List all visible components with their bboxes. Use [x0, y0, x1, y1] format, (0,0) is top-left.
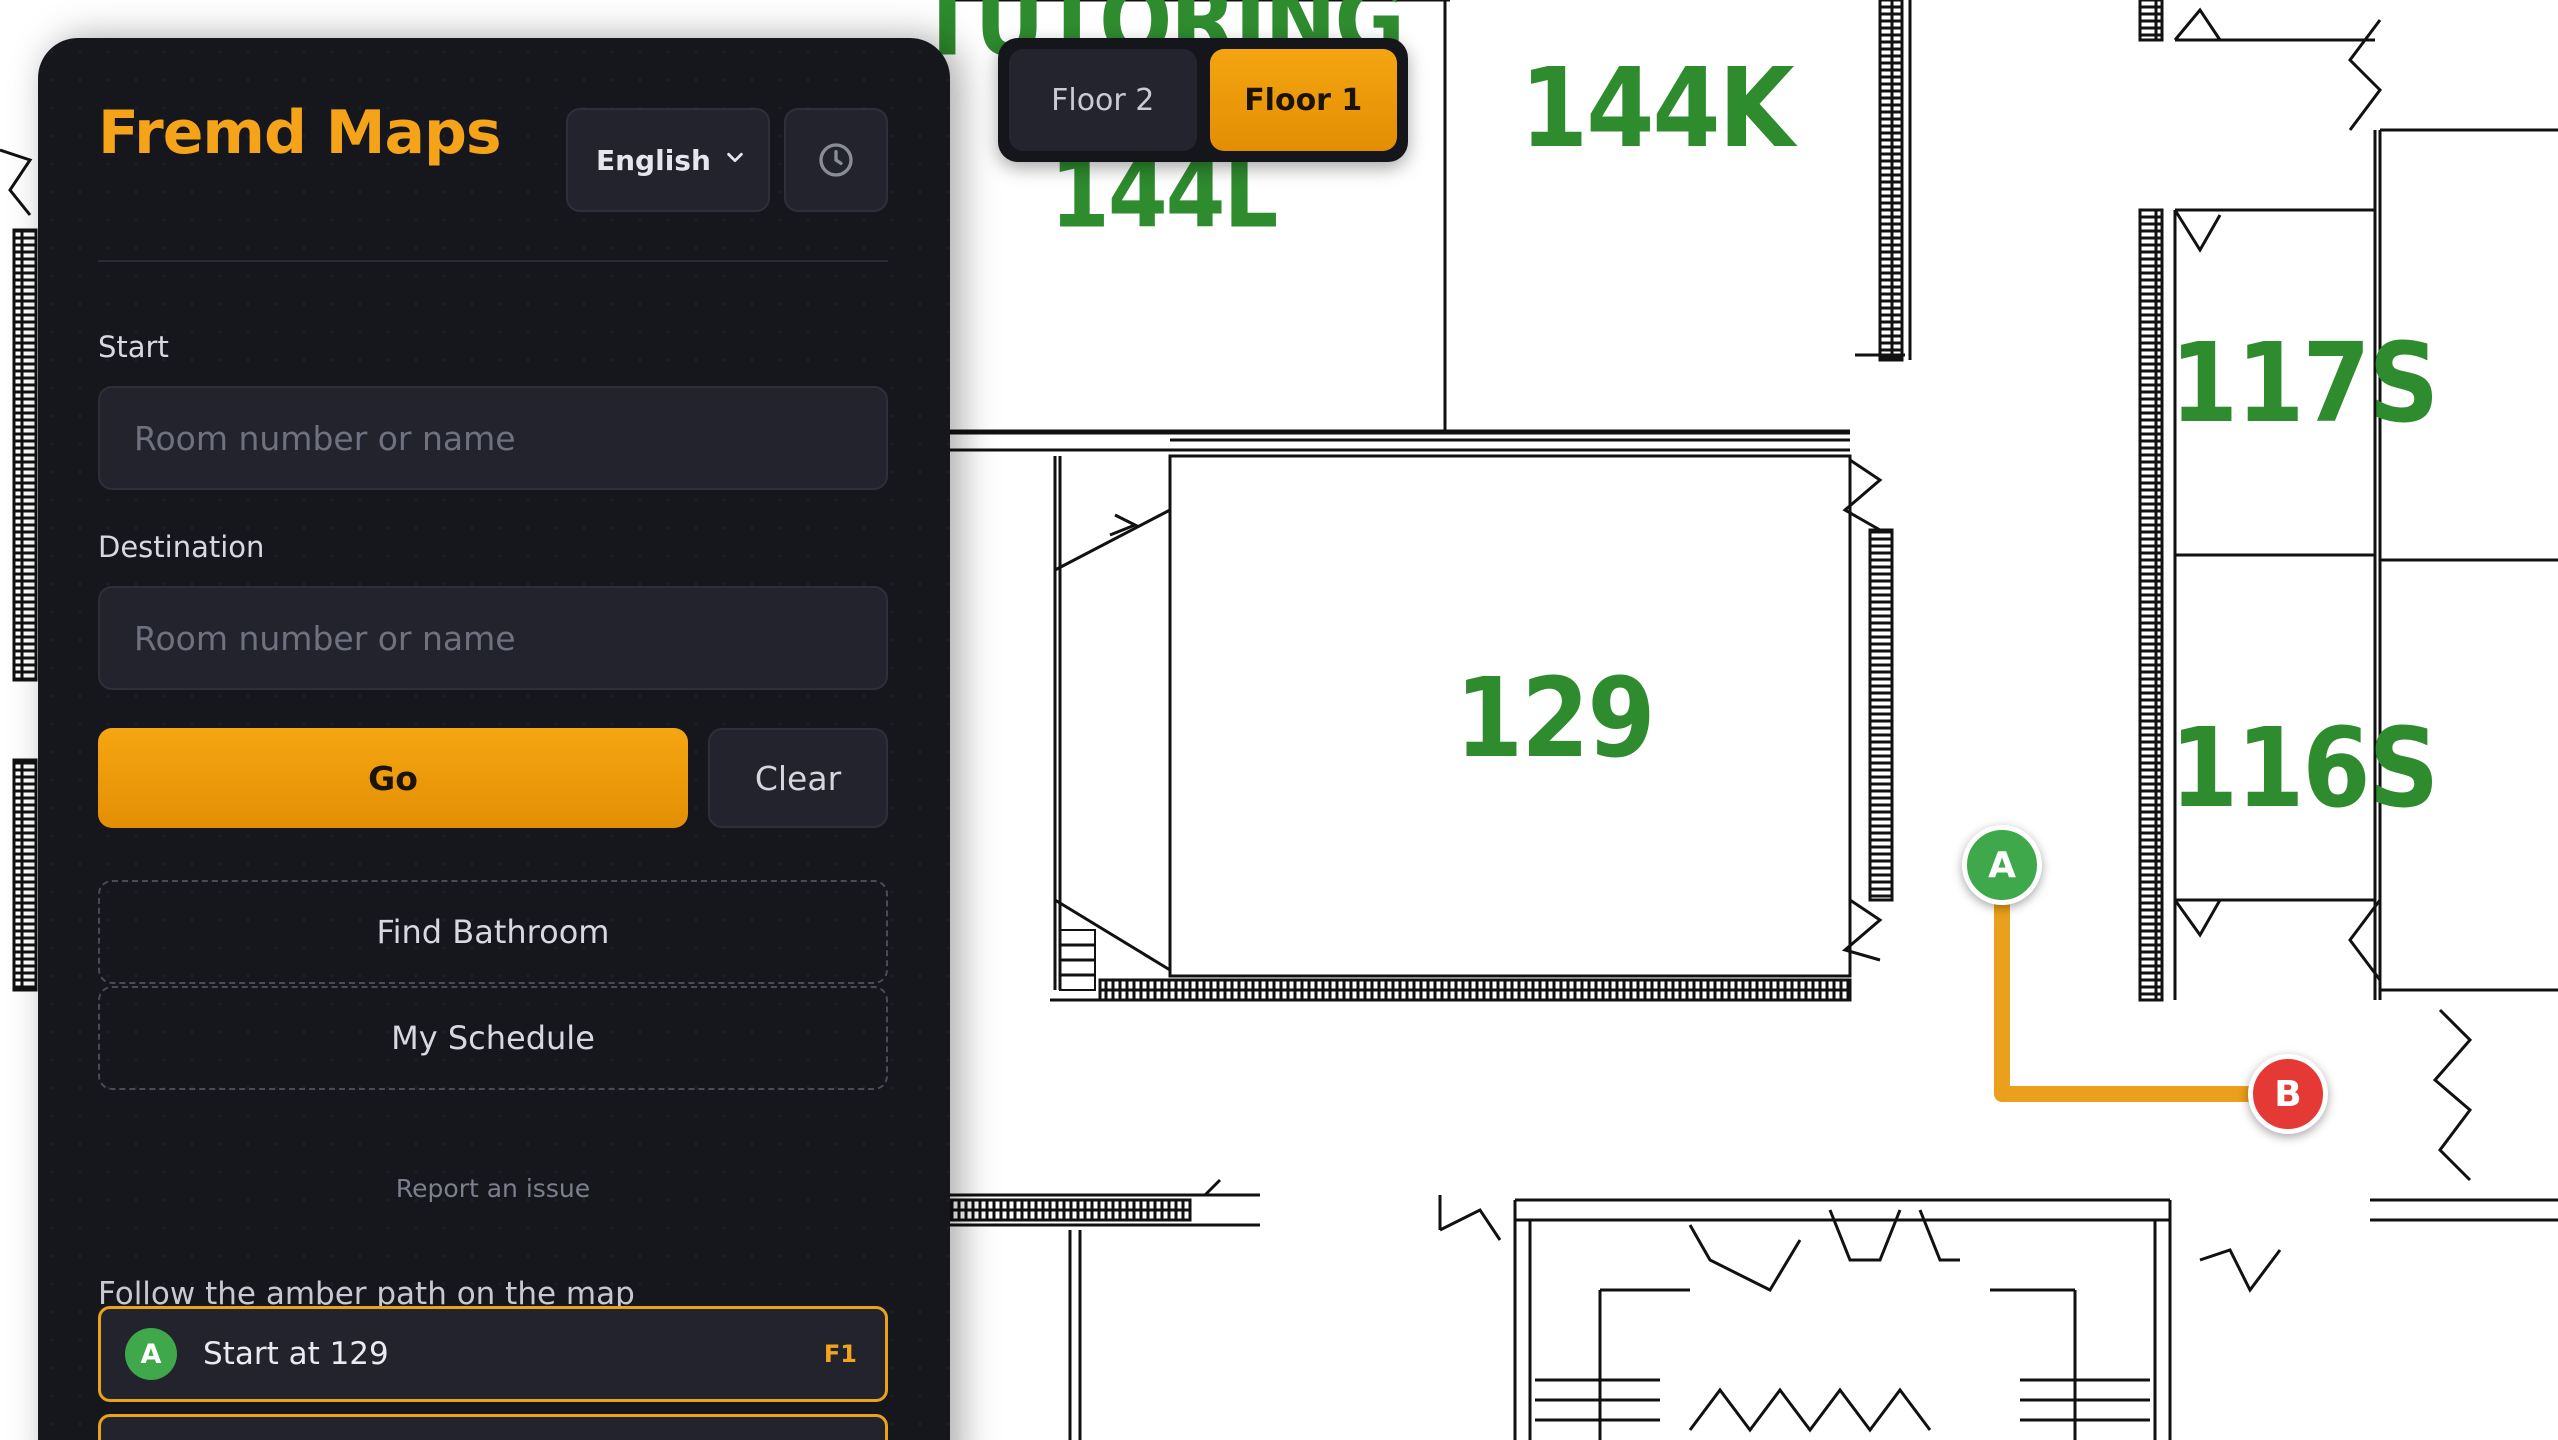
go-button[interactable]: Go [98, 728, 688, 828]
clock-icon [819, 143, 853, 177]
destination-label: Destination [98, 530, 265, 564]
room-label-116s: 116S [2170, 705, 2439, 833]
route-start-marker[interactable]: A [1962, 825, 2042, 905]
floor-1-button[interactable]: Floor 1 [1209, 49, 1397, 151]
step-floor-tag: F1 [823, 1340, 857, 1368]
report-issue-link[interactable]: Report an issue [98, 1174, 888, 1203]
my-schedule-button[interactable]: My Schedule [98, 986, 888, 1090]
floor-switcher: Floor 2 Floor 1 [998, 38, 1408, 162]
language-select[interactable]: English [566, 108, 770, 212]
step-text: Start at 129 [203, 1336, 389, 1372]
start-label: Start [98, 330, 169, 364]
destination-input[interactable] [98, 586, 888, 690]
find-bathroom-button[interactable]: Find Bathroom [98, 880, 888, 984]
step-badge: A [125, 1328, 177, 1380]
direction-step-next[interactable] [98, 1414, 888, 1440]
app-brand: Fremd Maps [98, 98, 502, 168]
room-label-144k: 144K [1520, 45, 1795, 173]
start-input[interactable] [98, 386, 888, 490]
floor-2-button[interactable]: Floor 2 [1009, 49, 1197, 151]
room-label-117s: 117S [2170, 320, 2439, 448]
history-button[interactable] [784, 108, 888, 212]
language-selected: English [596, 143, 711, 177]
chevron-down-icon [727, 152, 743, 163]
sidebar-panel: Fremd Maps English Start Destination Go … [38, 38, 950, 1440]
room-label-129: 129 [1455, 655, 1656, 783]
header-divider [98, 260, 888, 262]
route-end-marker[interactable]: B [2248, 1054, 2328, 1134]
direction-step[interactable]: A Start at 129 F1 [98, 1306, 888, 1402]
clear-button[interactable]: Clear [708, 728, 888, 828]
